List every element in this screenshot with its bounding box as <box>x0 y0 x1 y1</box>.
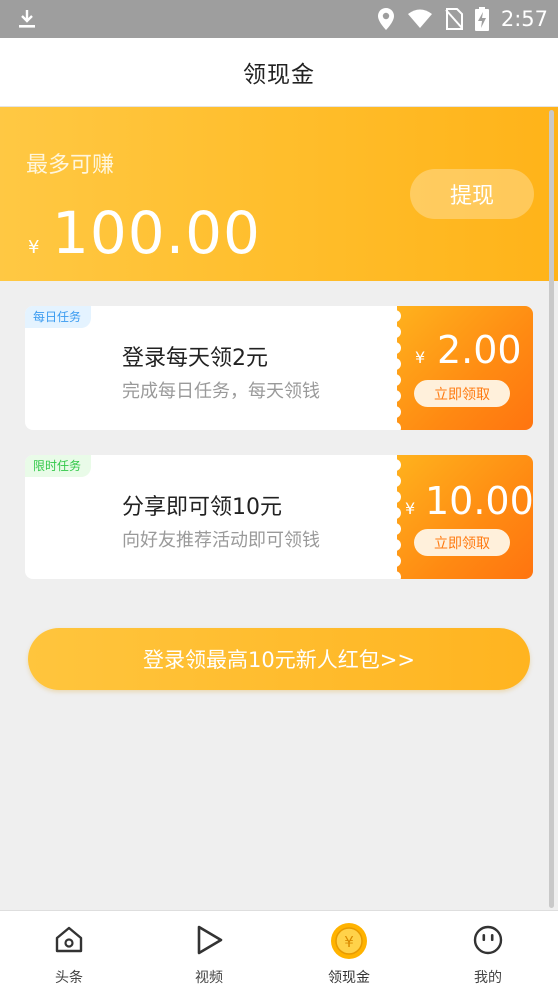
wifi-icon <box>407 9 432 28</box>
reward-ticket: ¥ 2.00 立即领取 <box>393 306 533 430</box>
face-icon <box>473 925 503 955</box>
page-title: 领现金 <box>243 62 315 88</box>
nav-label: 我的 <box>474 970 502 986</box>
claim-button[interactable]: 立即领取 <box>414 529 510 556</box>
claim-button[interactable]: 立即领取 <box>414 380 510 407</box>
coin-icon: ¥ <box>331 923 367 959</box>
max-earn-label: 最多可赚 <box>26 153 115 178</box>
location-icon <box>377 8 394 30</box>
reward-currency: ¥ <box>405 499 416 518</box>
task-tag: 每日任务 <box>25 306 92 328</box>
nav-item-get-cash[interactable]: ¥ 领现金 <box>299 911 399 994</box>
bottom-nav: 头条 视频 ¥ 领现金 我的 <box>0 910 558 994</box>
task-card-limited[interactable]: 限时任务 分享即可领10元 向好友推荐活动即可领钱 ¥ 10.00 立即领取 <box>25 455 534 579</box>
nav-label: 领现金 <box>328 970 370 986</box>
task-title: 分享即可领10元 <box>122 495 282 520</box>
earnings-banner: 最多可赚 ¥ 100.00 提现 <box>0 107 558 281</box>
nav-label: 视频 <box>195 970 223 986</box>
reward-currency: ¥ <box>415 348 426 367</box>
reward-ticket: ¥ 10.00 立即领取 <box>393 455 534 579</box>
task-description: 向好友推荐活动即可领钱 <box>122 530 320 551</box>
nav-item-video[interactable]: 视频 <box>159 911 259 994</box>
new-user-redpacket-button[interactable]: 登录领最高10元新人红包>> <box>28 628 530 690</box>
withdraw-button[interactable]: 提现 <box>410 169 534 219</box>
nav-item-mine[interactable]: 我的 <box>438 911 538 994</box>
task-tag: 限时任务 <box>25 455 92 477</box>
earn-amount: 100.00 <box>52 199 261 267</box>
no-sim-icon <box>445 8 463 30</box>
reward-value: 2.00 <box>437 328 522 372</box>
reward-value: 10.00 <box>425 479 534 523</box>
ticket-edge <box>393 310 401 430</box>
download-icon <box>19 10 35 28</box>
status-bar: 2:57 <box>0 0 558 38</box>
svg-text:¥: ¥ <box>344 933 354 951</box>
task-title: 登录每天领2元 <box>122 346 268 371</box>
task-info: 限时任务 分享即可领10元 向好友推荐活动即可领钱 <box>25 455 397 579</box>
nav-item-headlines[interactable]: 头条 <box>19 911 119 994</box>
home-icon <box>55 926 83 953</box>
scrollbar[interactable] <box>549 110 554 908</box>
task-description: 完成每日任务，每天领钱 <box>122 381 320 402</box>
nav-label: 头条 <box>55 970 83 986</box>
clock: 2:57 <box>500 7 548 31</box>
task-info: 每日任务 登录每天领2元 完成每日任务，每天领钱 <box>25 306 397 430</box>
task-card-daily[interactable]: 每日任务 登录每天领2元 完成每日任务，每天领钱 ¥ 2.00 立即领取 <box>25 306 533 430</box>
play-icon <box>197 925 223 955</box>
battery-charging-icon <box>474 7 489 31</box>
currency-symbol: ¥ <box>28 237 40 258</box>
title-bar: 领现金 <box>0 38 558 107</box>
